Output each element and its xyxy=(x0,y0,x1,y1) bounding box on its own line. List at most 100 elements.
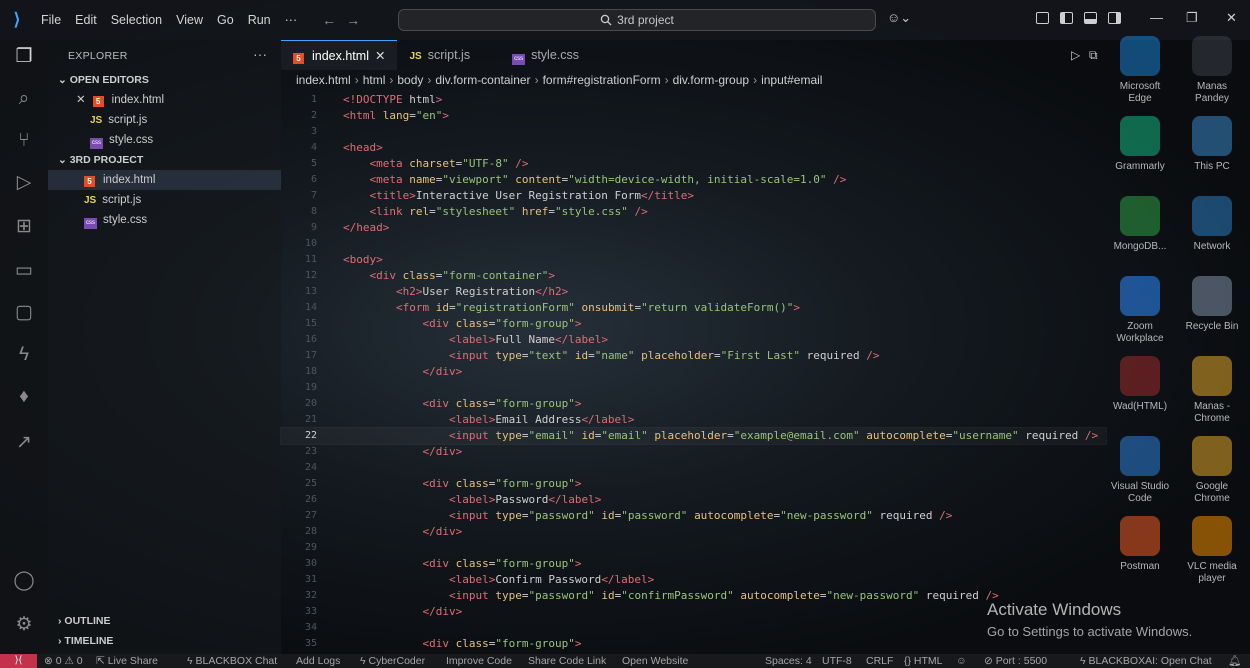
outline-header[interactable]: › OUTLINE xyxy=(48,611,281,631)
notifications-bell-icon[interactable]: 🔔︎ xyxy=(1228,654,1241,668)
close-icon[interactable]: ✕ xyxy=(375,49,385,63)
live-share-icon[interactable]: ↗ xyxy=(13,432,35,454)
desktop-shortcut[interactable]: Visual Studio Code xyxy=(1110,436,1170,505)
close-icon[interactable]: ✕ xyxy=(76,94,86,106)
port-status[interactable]: ⊘ Port : 5500 xyxy=(984,654,1047,668)
code-line[interactable]: 6 <meta name="viewport" content="width=d… xyxy=(281,172,1106,188)
breadcrumb-item[interactable]: index.html xyxy=(296,73,351,87)
desktop-shortcut[interactable]: Postman xyxy=(1110,516,1170,573)
toggle-secondary-sidebar-icon[interactable] xyxy=(1108,12,1121,24)
code-line[interactable]: 26 <label>Password</label> xyxy=(281,492,1106,508)
open-editor-style[interactable]: css style.css xyxy=(48,130,281,150)
breadcrumb-item[interactable]: body xyxy=(397,73,423,87)
breadcrumb-item[interactable]: html xyxy=(363,73,386,87)
add-logs-status[interactable]: Add Logs xyxy=(296,654,340,668)
code-line[interactable]: 3 xyxy=(281,124,1106,140)
code-line[interactable]: 22 <input type="email" id="email" placeh… xyxy=(280,427,1107,445)
desktop-shortcut[interactable]: Wad(HTML) xyxy=(1110,356,1170,413)
remote-explorer-icon[interactable]: ▭ xyxy=(13,260,35,282)
code-line[interactable]: 24 xyxy=(281,460,1106,476)
split-editor-icon[interactable]: ⧉ xyxy=(1089,40,1098,70)
code-line[interactable]: 17 <input type="text" id="name" placehol… xyxy=(281,348,1106,364)
code-line[interactable]: 5 <meta charset="UTF-8" /> xyxy=(281,156,1106,172)
desktop-shortcut[interactable]: Manas Pandey xyxy=(1182,36,1242,105)
code-line[interactable]: 18 </div> xyxy=(281,364,1106,380)
file-index-html[interactable]: 5 index.html xyxy=(48,170,281,190)
code-line[interactable]: 10 xyxy=(281,236,1106,252)
nav-arrows[interactable]: ←→ xyxy=(322,12,370,28)
desktop-shortcut[interactable]: VLC media player xyxy=(1182,516,1242,585)
code-line[interactable]: 16 <label>Full Name</label> xyxy=(281,332,1106,348)
close-icon[interactable]: ✕ xyxy=(1226,10,1237,26)
live-share-status[interactable]: ⇱ Live Share xyxy=(96,654,158,668)
cybercoder-status[interactable]: ϟ CyberCoder xyxy=(360,654,425,668)
project-folder-header[interactable]: ⌄ 3RD PROJECT xyxy=(48,150,281,170)
code-line[interactable]: 20 <div class="form-group"> xyxy=(281,396,1106,412)
encoding-status[interactable]: UTF-8 xyxy=(822,654,852,668)
code-line[interactable]: 27 <input type="password" id="password" … xyxy=(281,508,1106,524)
code-line[interactable]: 1 <!DOCTYPE html> xyxy=(281,92,1106,108)
code-line[interactable]: 9 </head> xyxy=(281,220,1106,236)
language-status[interactable]: {} HTML xyxy=(904,654,943,668)
toggle-panel-icon[interactable] xyxy=(1084,12,1097,24)
code-line[interactable]: 28 </div> xyxy=(281,524,1106,540)
menu-go[interactable]: Go xyxy=(210,13,241,27)
file-script-js[interactable]: JS script.js xyxy=(48,190,281,210)
copilot-status-icon[interactable]: ☺ xyxy=(956,654,967,668)
spaces-status[interactable]: Spaces: 4 xyxy=(765,654,812,668)
breadcrumb-item[interactable]: div.form-group xyxy=(673,73,749,87)
search-icon[interactable]: ⌕ xyxy=(13,88,35,110)
more-actions-icon[interactable]: ··· xyxy=(253,46,267,62)
desktop-shortcut[interactable]: MongoDB... xyxy=(1110,196,1170,253)
breadcrumb-item[interactable]: div.form-container xyxy=(435,73,530,87)
open-website-status[interactable]: Open Website xyxy=(622,654,688,668)
desktop-shortcut[interactable]: Manas - Chrome xyxy=(1182,356,1242,425)
code-line[interactable]: 8 <link rel="stylesheet" href="style.css… xyxy=(281,204,1106,220)
open-editor-index[interactable]: ✕ 5 index.html xyxy=(48,90,281,110)
code-line[interactable]: 7 <title>Interactive User Registration F… xyxy=(281,188,1106,204)
desktop-shortcut[interactable]: Microsoft Edge xyxy=(1110,36,1170,105)
lightning-icon[interactable]: ϟ xyxy=(13,344,35,366)
menu-edit[interactable]: Edit xyxy=(68,13,104,27)
menu-file[interactable]: File xyxy=(34,13,68,27)
code-line[interactable]: 15 <div class="form-group"> xyxy=(281,316,1106,332)
tab-style-css[interactable]: css style.css xyxy=(500,40,591,70)
desktop-shortcut[interactable]: Recycle Bin xyxy=(1182,276,1242,333)
copilot-icon[interactable]: ☺⌄ xyxy=(887,10,911,26)
code-line[interactable]: 13 <h2>User Registration</h2> xyxy=(281,284,1106,300)
code-line[interactable]: 23 </div> xyxy=(281,444,1106,460)
run-debug-icon[interactable]: ▷ xyxy=(13,172,35,194)
code-line[interactable]: 35 <div class="form-group"> xyxy=(281,636,1106,652)
share-code-link-status[interactable]: Share Code Link xyxy=(528,654,606,668)
desktop-shortcut[interactable]: This PC xyxy=(1182,116,1242,173)
blackbox-chat-status[interactable]: ϟ BLACKBOX Chat xyxy=(187,654,277,668)
code-line[interactable]: 14 <form id="registrationForm" onsubmit=… xyxy=(281,300,1106,316)
breadcrumb-item[interactable]: input#email xyxy=(761,73,822,87)
blackboxai-status[interactable]: ϟ BLACKBOXAI: Open Chat xyxy=(1080,654,1212,668)
open-editor-script[interactable]: JS script.js xyxy=(48,110,281,130)
restore-icon[interactable]: ❐ xyxy=(1186,10,1198,26)
extensions-icon[interactable]: ⊞ xyxy=(13,216,35,238)
desktop-shortcut[interactable]: Network xyxy=(1182,196,1242,253)
command-center-search[interactable]: 3rd project xyxy=(398,9,876,31)
desktop-shortcut[interactable]: Zoom Workplace xyxy=(1110,276,1170,345)
code-line[interactable]: 29 xyxy=(281,540,1106,556)
explorer-icon[interactable]: ❐ xyxy=(13,46,35,68)
menu-run[interactable]: Run xyxy=(241,13,278,27)
code-line[interactable]: 34 xyxy=(281,620,1106,636)
menu-view[interactable]: View xyxy=(169,13,210,27)
code-line[interactable]: 25 <div class="form-group"> xyxy=(281,476,1106,492)
code-line[interactable]: 4 <head> xyxy=(281,140,1106,156)
code-line[interactable]: 33 </div> xyxy=(281,604,1106,620)
customize-layout-icon[interactable] xyxy=(1036,12,1049,24)
toggle-sidebar-icon[interactable] xyxy=(1060,12,1073,24)
code-line[interactable]: 32 <input type="password" id="confirmPas… xyxy=(281,588,1106,604)
tab-script-js[interactable]: JS script.js xyxy=(397,40,482,70)
desktop-shortcut[interactable]: Grammarly xyxy=(1110,116,1170,173)
settings-gear-icon[interactable]: ⚙ xyxy=(13,614,35,636)
menu-selection[interactable]: Selection xyxy=(104,13,169,27)
open-editors-header[interactable]: ⌄ OPEN EDITORS xyxy=(48,70,281,90)
breadcrumb-item[interactable]: form#registrationForm xyxy=(543,73,661,87)
minimize-icon[interactable]: — xyxy=(1150,10,1163,25)
code-line[interactable]: 31 <label>Confirm Password</label> xyxy=(281,572,1106,588)
